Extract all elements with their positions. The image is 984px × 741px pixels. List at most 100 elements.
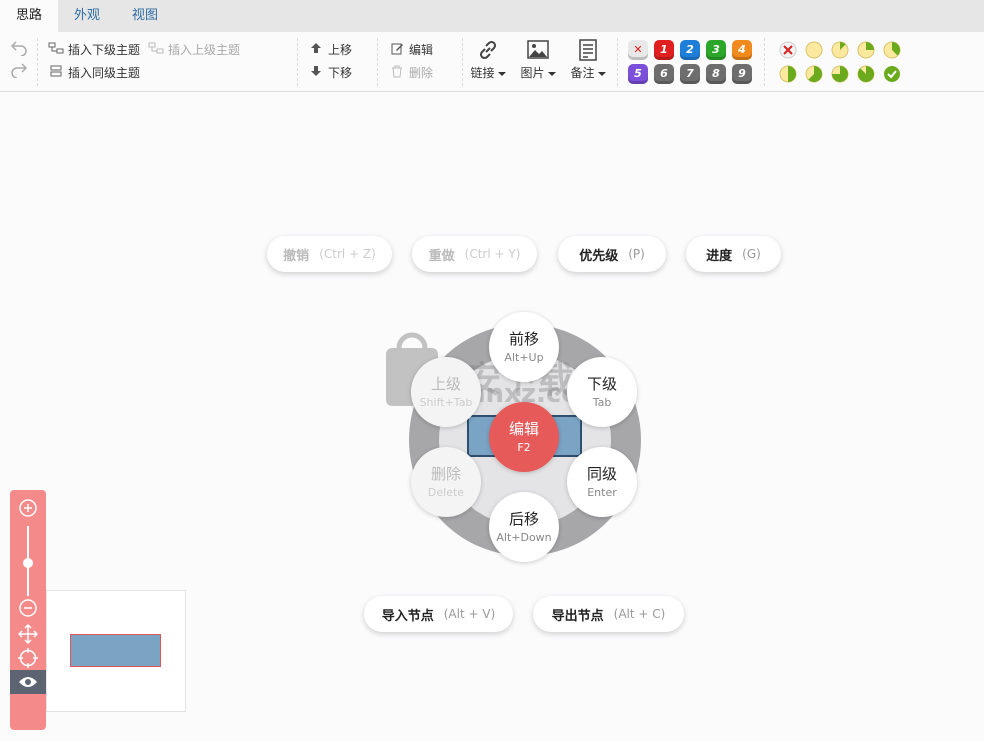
priority-8-icon[interactable]: 8 [706,64,726,84]
tab-thinking[interactable]: 思路 [0,0,58,32]
note-icon [579,39,597,61]
insert-child-icon [48,42,64,57]
undo-menu-label: 撤销 [283,248,310,264]
progress-7-icon[interactable] [857,65,875,83]
link-icon [479,40,497,60]
insert-sibling-button[interactable]: 插入同级主题 [48,64,140,81]
radial-move-down-button[interactable]: 后移 Alt+Down [489,492,559,562]
undo-menu-button[interactable]: 撤销 (Ctrl + Z) [267,236,392,272]
export-node-button[interactable]: 导出节点 (Alt + C) [533,596,684,632]
radial-parent-button[interactable]: 上级 Shift+Tab [411,357,481,427]
import-node-label: 导入节点 [381,608,434,624]
note-button[interactable]: 备注 [568,38,608,81]
priority-remove-icon[interactable]: ✕ [628,40,648,60]
progress-menu-button[interactable]: 进度 (G) [686,236,781,272]
priority-6-icon[interactable]: 6 [654,64,674,84]
progress-5-icon[interactable] [805,65,823,83]
radial-sibling-shortcut: Enter [587,486,617,499]
progress-0-icon[interactable] [805,41,823,59]
chevron-down-icon [597,71,606,76]
priority-4-icon[interactable]: 4 [732,40,752,60]
arrow-up-icon [308,42,324,57]
eye-icon [19,677,37,687]
undo-icon[interactable] [10,40,28,56]
move-down-button[interactable]: 下移 [308,64,352,81]
progress-done-icon[interactable] [883,65,901,83]
radial-delete-shortcut: Delete [427,486,465,499]
progress-4-icon[interactable] [779,65,797,83]
priority-menu-label: 优先级 [579,248,619,264]
image-icon [527,40,549,59]
priority-7-icon[interactable]: 7 [680,64,700,84]
progress-remove-icon[interactable] [779,41,797,59]
progress-6-icon[interactable] [831,65,849,83]
minimap[interactable] [46,590,186,712]
export-node-label: 导出节点 [551,608,604,624]
priority-1-icon[interactable]: 1 [654,40,674,60]
move-up-label: 上移 [328,43,353,57]
progress-menu-shortcut: (G) [742,247,761,261]
move-up-button[interactable]: 上移 [308,41,352,58]
radial-parent-label: 上级 [430,375,461,393]
move-icon[interactable] [18,624,38,644]
arrow-down-icon [308,65,324,80]
image-label: 图片 [520,66,545,80]
radial-move-up-button[interactable]: 前移 Alt+Up [489,312,559,382]
zoom-in-icon[interactable] [18,498,38,518]
toolbar: 插入下级主题 插入上级主题 插入同级主题 上移 下移 编辑 删除 链接 图片 备… [0,32,984,92]
note-label: 备注 [570,66,595,80]
progress-menu-label: 进度 [706,248,733,264]
redo-menu-label: 重做 [428,248,455,264]
edit-button[interactable]: 编辑 [389,41,433,58]
radial-parent-shortcut: Shift+Tab [419,396,473,409]
delete-button[interactable]: 删除 [389,64,433,81]
insert-parent-label: 插入上级主题 [168,43,241,57]
pencil-icon [389,42,405,58]
image-button[interactable]: 图片 [518,38,558,81]
progress-3-icon[interactable] [883,41,901,59]
radial-child-shortcut: Tab [592,396,612,409]
radial-delete-button[interactable]: 删除 Delete [411,447,481,517]
radial-move-up-shortcut: Alt+Up [504,351,544,364]
navigator-panel [10,490,46,730]
chevron-down-icon [497,71,506,76]
tab-appearance[interactable]: 外观 [58,0,116,32]
delete-label: 删除 [409,66,434,80]
export-node-shortcut: (Alt + C) [613,607,666,621]
radial-sibling-label: 同级 [586,465,617,483]
radial-child-button[interactable]: 下级 Tab [567,357,637,427]
insert-parent-button[interactable]: 插入上级主题 [148,41,240,58]
progress-2-icon[interactable] [857,41,875,59]
priority-3-icon[interactable]: 3 [706,40,726,60]
minimap-viewport-node [70,634,161,667]
edit-label: 编辑 [409,43,434,57]
trash-icon [389,65,405,81]
radial-child-label: 下级 [586,375,617,393]
radial-move-down-label: 后移 [508,510,539,528]
link-label: 链接 [470,66,495,80]
zoom-slider-handle[interactable] [23,558,33,568]
redo-menu-button[interactable]: 重做 (Ctrl + Y) [412,236,537,272]
priority-2-icon[interactable]: 2 [680,40,700,60]
minimap-toggle[interactable] [10,670,46,694]
progress-1-icon[interactable] [831,41,849,59]
priority-5-icon[interactable]: 5 [628,64,648,84]
import-node-button[interactable]: 导入节点 (Alt + V) [364,596,513,632]
radial-edit-button[interactable]: 编辑 F2 [489,402,559,472]
priority-menu-button[interactable]: 优先级 (P) [558,236,666,272]
redo-icon[interactable] [10,62,28,78]
radial-delete-label: 删除 [430,465,461,483]
redo-menu-shortcut: (Ctrl + Y) [464,247,521,261]
link-button[interactable]: 链接 [468,38,508,81]
zoom-out-icon[interactable] [18,598,38,618]
radial-move-up-label: 前移 [508,330,539,348]
priority-9-icon[interactable]: 9 [732,64,752,84]
radial-edit-label: 编辑 [508,420,539,438]
tab-view[interactable]: 视图 [116,0,174,32]
undo-menu-shortcut: (Ctrl + Z) [319,247,376,261]
import-node-shortcut: (Alt + V) [443,607,496,621]
insert-sibling-label: 插入同级主题 [68,66,141,80]
locate-icon[interactable] [18,648,38,668]
insert-child-button[interactable]: 插入下级主题 [48,41,140,58]
radial-sibling-button[interactable]: 同级 Enter [567,447,637,517]
